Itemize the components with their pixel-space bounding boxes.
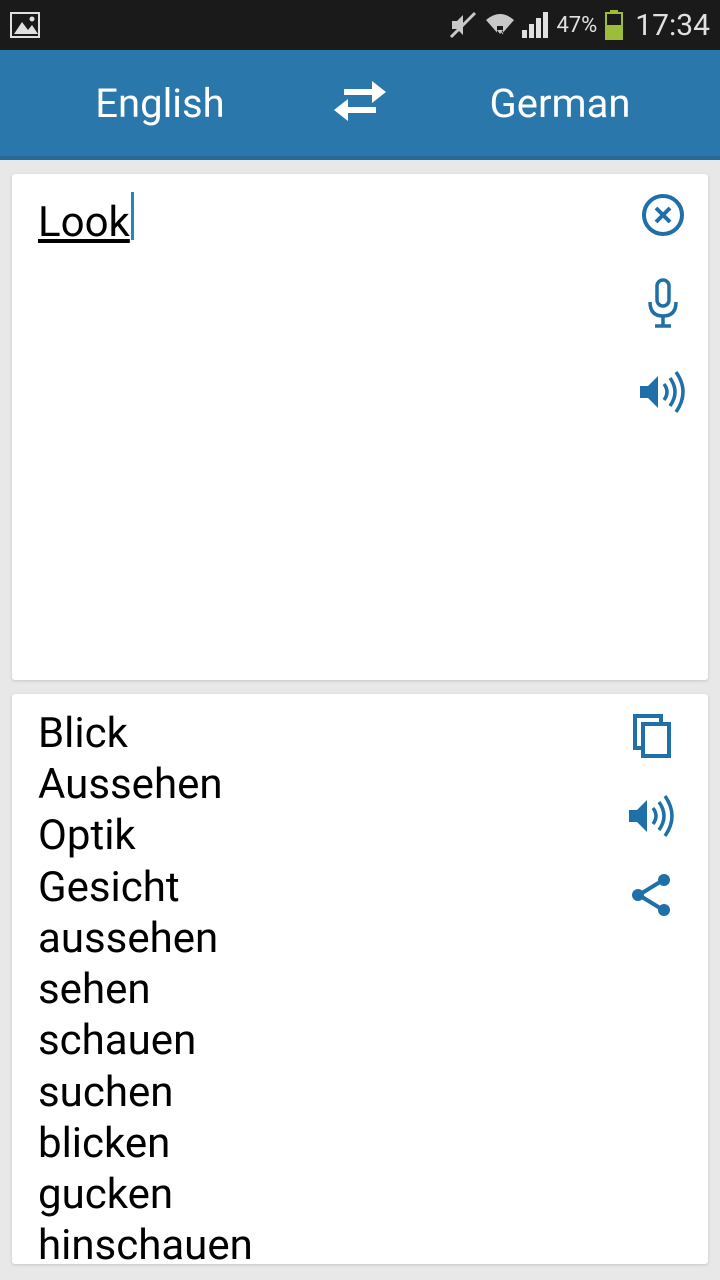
translation-item: Optik [38, 810, 622, 861]
translation-item: gucken [38, 1169, 622, 1220]
input-card: Look [12, 174, 708, 680]
translation-item: Gesicht [38, 862, 622, 913]
status-bar: 47% 17:34 [0, 0, 720, 50]
share-button[interactable] [630, 872, 674, 918]
output-card: Blick Aussehen Optik Gesicht aussehen se… [12, 694, 708, 1264]
speak-output-button[interactable] [627, 794, 677, 838]
swap-icon [332, 81, 388, 125]
translation-list: Blick Aussehen Optik Gesicht aussehen se… [38, 708, 622, 1264]
swap-languages-button[interactable] [320, 81, 400, 125]
signal-icon [522, 12, 550, 38]
translation-item: hinschauen [38, 1220, 622, 1264]
speak-input-button[interactable] [638, 370, 688, 414]
image-icon [10, 12, 40, 38]
wifi-icon [484, 12, 516, 38]
copy-button[interactable] [631, 714, 673, 760]
clock-time: 17:34 [635, 8, 710, 43]
target-language-button[interactable]: German [400, 80, 720, 127]
text-cursor [131, 192, 134, 240]
clear-button[interactable] [640, 192, 686, 238]
translation-item: suchen [38, 1067, 622, 1118]
translation-item: schauen [38, 1015, 622, 1066]
translation-item: sehen [38, 964, 622, 1015]
language-header: English German [0, 50, 720, 160]
translate-input[interactable]: Look [38, 192, 682, 662]
translation-item: Aussehen [38, 759, 622, 810]
source-language-button[interactable]: English [0, 80, 320, 127]
translation-item: blicken [38, 1118, 622, 1169]
microphone-button[interactable] [642, 278, 684, 330]
mute-icon [448, 10, 478, 40]
battery-icon [605, 10, 623, 40]
translation-item: Blick [38, 708, 622, 759]
battery-percent: 47% [556, 13, 597, 38]
input-text: Look [38, 198, 130, 247]
translation-item: aussehen [38, 913, 622, 964]
